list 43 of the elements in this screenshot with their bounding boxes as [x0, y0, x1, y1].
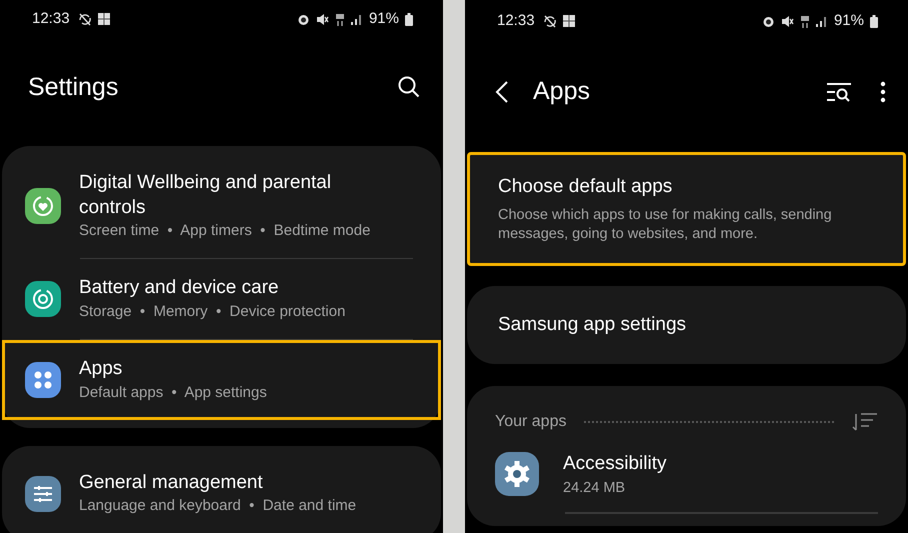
gear-icon: [495, 452, 539, 496]
settings-item[interactable]: General management Language and keyboard • Date and time: [2, 454, 441, 533]
status-time: 12:33: [497, 10, 535, 31]
item-title: Samsung app settings: [498, 312, 688, 337]
screen-title: Apps: [533, 76, 590, 108]
mute-icon: [780, 14, 794, 28]
signal-icon: [350, 13, 363, 26]
status-time: 12:33: [32, 9, 70, 29]
item-subtitle: Default apps • App settings: [79, 382, 267, 403]
item-title: Digital Wellbeing and parental controls: [79, 171, 332, 220]
mute-icon: [316, 12, 329, 26]
battery-icon: [870, 14, 878, 28]
app-list-item[interactable]: Accessibility 24.24 MB: [495, 450, 878, 498]
settings-item[interactable]: Apps Default apps • App settings: [2, 340, 441, 420]
settings-item[interactable]: Samsung app settings: [467, 286, 906, 364]
item-title: General management: [79, 470, 264, 495]
app-size: 24.24 MB: [563, 478, 626, 498]
item-title: Apps: [79, 357, 124, 382]
settings-item[interactable]: Battery and device care Storage • Memory • Device protection: [2, 259, 441, 340]
item-title: Battery and device care: [79, 276, 280, 300]
sync-off-icon: [542, 14, 557, 28]
item-subtitle: Screen time • App timers • Bedtime mode: [79, 221, 370, 242]
screen-title: Settings: [28, 72, 118, 102]
item-subtitle: Language and keyboard • Date and time: [79, 496, 356, 516]
more-icon[interactable]: [880, 81, 886, 103]
app-name: Accessibility: [563, 452, 666, 476]
battery-percentage: 91%: [834, 10, 864, 31]
search-icon[interactable]: [397, 75, 421, 100]
settings-item[interactable]: Choose default apps Choose which apps to use for making calls, sending messages, going to websites, and more.: [467, 152, 906, 266]
section-heading: Your apps: [495, 412, 566, 432]
item-subtitle: Choose which apps to use for making calls, sending messages, going to websites, and more.: [498, 206, 833, 244]
back-icon[interactable]: [495, 80, 509, 104]
battery-icon: [405, 12, 413, 26]
signal-icon: [816, 15, 828, 27]
sort-icon[interactable]: [852, 412, 878, 432]
battery-percentage: 91%: [368, 9, 399, 29]
item-title: Choose default apps: [498, 175, 674, 199]
gallery-icon: [562, 15, 575, 27]
gallery-icon: [98, 13, 110, 26]
settings-item[interactable]: Digital Wellbeing and parental controls Screen time • App timers • Bedtime mode: [2, 154, 441, 258]
item-subtitle: Storage • Memory • Device protection: [79, 302, 346, 322]
filter-search-icon[interactable]: [826, 82, 852, 102]
sync-off-icon: [78, 12, 92, 26]
